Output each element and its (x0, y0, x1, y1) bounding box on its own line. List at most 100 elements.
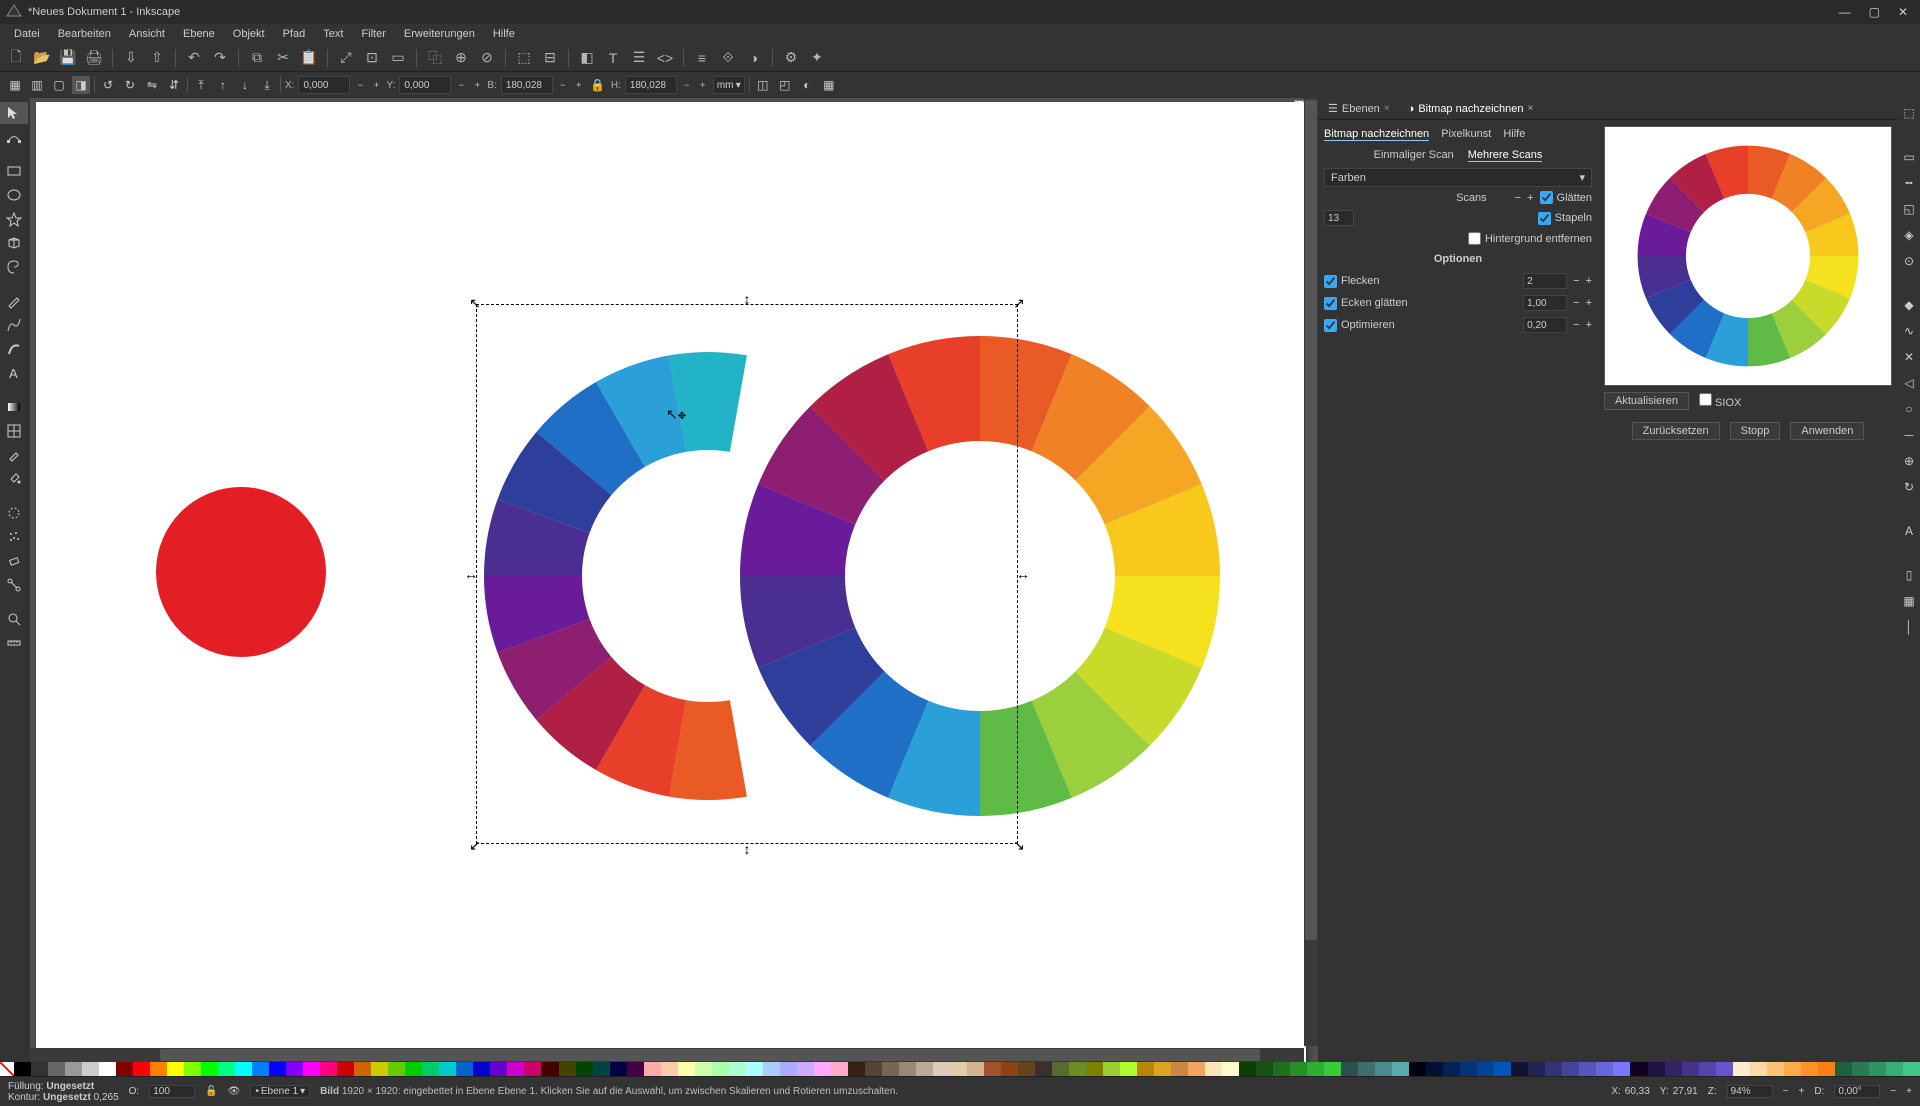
zoom-selection-icon[interactable]: ⤢ (336, 48, 356, 68)
stroke-width[interactable]: 0,265 (94, 1092, 119, 1103)
align-icon[interactable]: ≡ (692, 48, 712, 68)
close-icon[interactable]: × (1528, 103, 1534, 114)
swatch[interactable] (269, 1062, 286, 1076)
swatch[interactable] (1358, 1062, 1375, 1076)
swatch[interactable] (814, 1062, 831, 1076)
swatch[interactable] (1222, 1062, 1239, 1076)
maximize-button[interactable]: ▢ (1869, 5, 1880, 19)
swatch[interactable] (695, 1062, 712, 1076)
scrollbar-v[interactable] (1304, 98, 1318, 1046)
open-icon[interactable]: 📂 (32, 48, 52, 68)
swatch[interactable] (1392, 1062, 1409, 1076)
xml-icon[interactable]: <> (655, 48, 675, 68)
sel-handle-sw[interactable]: ↙ (469, 839, 481, 851)
snap-line-mid-icon[interactable]: ─ (1900, 426, 1918, 444)
snap-midpoint-icon[interactable]: ◈ (1900, 226, 1918, 244)
new-icon[interactable]: 🗋 (6, 48, 26, 68)
scrollbar-h[interactable] (30, 1048, 1304, 1062)
swatch[interactable] (1137, 1062, 1154, 1076)
spray-tool[interactable] (0, 526, 28, 548)
swatch[interactable] (627, 1062, 644, 1076)
stroke-value[interactable]: Ungesetzt (43, 1092, 91, 1103)
text-tool[interactable]: A (0, 362, 28, 384)
swatch[interactable] (1409, 1062, 1426, 1076)
gradient-tool[interactable] (0, 396, 28, 418)
swatch[interactable] (1767, 1062, 1784, 1076)
layer-select[interactable]: • Ebene 1 ▾ (250, 1085, 310, 1098)
swatch[interactable] (1341, 1062, 1358, 1076)
swatch[interactable] (184, 1062, 201, 1076)
corners-inc[interactable]: + (1586, 297, 1592, 309)
opacity-input[interactable] (149, 1085, 195, 1098)
swatch[interactable] (1205, 1062, 1222, 1076)
stack-check[interactable]: Stapeln (1538, 212, 1592, 225)
zoom-input[interactable] (1727, 1085, 1773, 1098)
swatch[interactable] (456, 1062, 473, 1076)
swatch[interactable] (780, 1062, 797, 1076)
swatch[interactable] (1869, 1062, 1886, 1076)
swatch[interactable] (490, 1062, 507, 1076)
menu-hilfe[interactable]: Hilfe (485, 28, 523, 40)
star-tool[interactable] (0, 208, 28, 230)
unlink-icon[interactable]: ⊘ (477, 48, 497, 68)
swatch[interactable] (1562, 1062, 1579, 1076)
swatch[interactable] (763, 1062, 780, 1076)
swatch[interactable] (1120, 1062, 1137, 1076)
snap-path-icon[interactable]: ∿ (1900, 322, 1918, 340)
spiral-tool[interactable] (0, 256, 28, 278)
scans-inc[interactable]: + (1527, 192, 1533, 204)
toggle-select-icon[interactable]: ◨ (72, 76, 90, 94)
swatch[interactable] (31, 1062, 48, 1076)
swatch[interactable] (1545, 1062, 1562, 1076)
swatch[interactable] (1699, 1062, 1716, 1076)
optimize-input[interactable] (1523, 317, 1567, 333)
rect-tool[interactable] (0, 160, 28, 182)
swatch[interactable] (1494, 1062, 1511, 1076)
swatch[interactable] (252, 1062, 269, 1076)
menu-pfad[interactable]: Pfad (275, 28, 314, 40)
selector-tool[interactable] (0, 102, 28, 124)
swatch[interactable] (1716, 1062, 1733, 1076)
panel-tab-layers[interactable]: ☰Ebenen× (1324, 100, 1394, 117)
swatch[interactable] (1375, 1062, 1392, 1076)
swatch[interactable] (1239, 1062, 1256, 1076)
swatch[interactable] (286, 1062, 303, 1076)
swatch[interactable] (422, 1062, 439, 1076)
swatch[interactable] (1086, 1062, 1103, 1076)
visibility-icon[interactable]: 👁 (228, 1086, 241, 1097)
rot-dec[interactable]: − (1890, 1086, 1896, 1097)
corners-input[interactable] (1523, 295, 1567, 311)
corners-check[interactable]: Ecken glätten (1324, 297, 1408, 310)
y-dec[interactable]: − (455, 80, 467, 90)
prefs-icon[interactable]: ✦ (807, 48, 827, 68)
raise-icon[interactable]: ↑ (214, 76, 232, 94)
export-icon[interactable]: ⇧ (147, 48, 167, 68)
eraser-tool[interactable] (0, 550, 28, 572)
snap-grid-icon[interactable]: ▦ (1900, 592, 1918, 610)
swatch[interactable] (150, 1062, 167, 1076)
scan-mode-single[interactable]: Einmaliger Scan (1374, 149, 1454, 162)
sel-handle-nw[interactable]: ↖ (469, 297, 481, 309)
redo-icon[interactable]: ↷ (210, 48, 230, 68)
scans-input[interactable] (1324, 210, 1354, 226)
menu-text[interactable]: Text (315, 28, 351, 40)
h-inc[interactable]: + (697, 80, 709, 90)
snap-node-icon[interactable]: ◆ (1900, 296, 1918, 314)
swatch[interactable] (1426, 1062, 1443, 1076)
swatch[interactable] (1528, 1062, 1545, 1076)
swatch[interactable] (473, 1062, 490, 1076)
swatch[interactable] (1171, 1062, 1188, 1076)
swatch[interactable] (82, 1062, 99, 1076)
w-inc[interactable]: + (573, 80, 585, 90)
swatch[interactable] (235, 1062, 252, 1076)
dropper-tool[interactable] (0, 444, 28, 466)
swatch[interactable] (1511, 1062, 1528, 1076)
swatch[interactable] (1052, 1062, 1069, 1076)
swatch[interactable] (303, 1062, 320, 1076)
zoom-page-icon[interactable]: ▭ (388, 48, 408, 68)
swatch[interactable] (576, 1062, 593, 1076)
lock-layer-icon[interactable]: 🔓 (205, 1086, 217, 1097)
swatch[interactable] (831, 1062, 848, 1076)
speckles-input[interactable] (1523, 273, 1567, 289)
scan-mode-multi[interactable]: Mehrere Scans (1468, 149, 1543, 162)
